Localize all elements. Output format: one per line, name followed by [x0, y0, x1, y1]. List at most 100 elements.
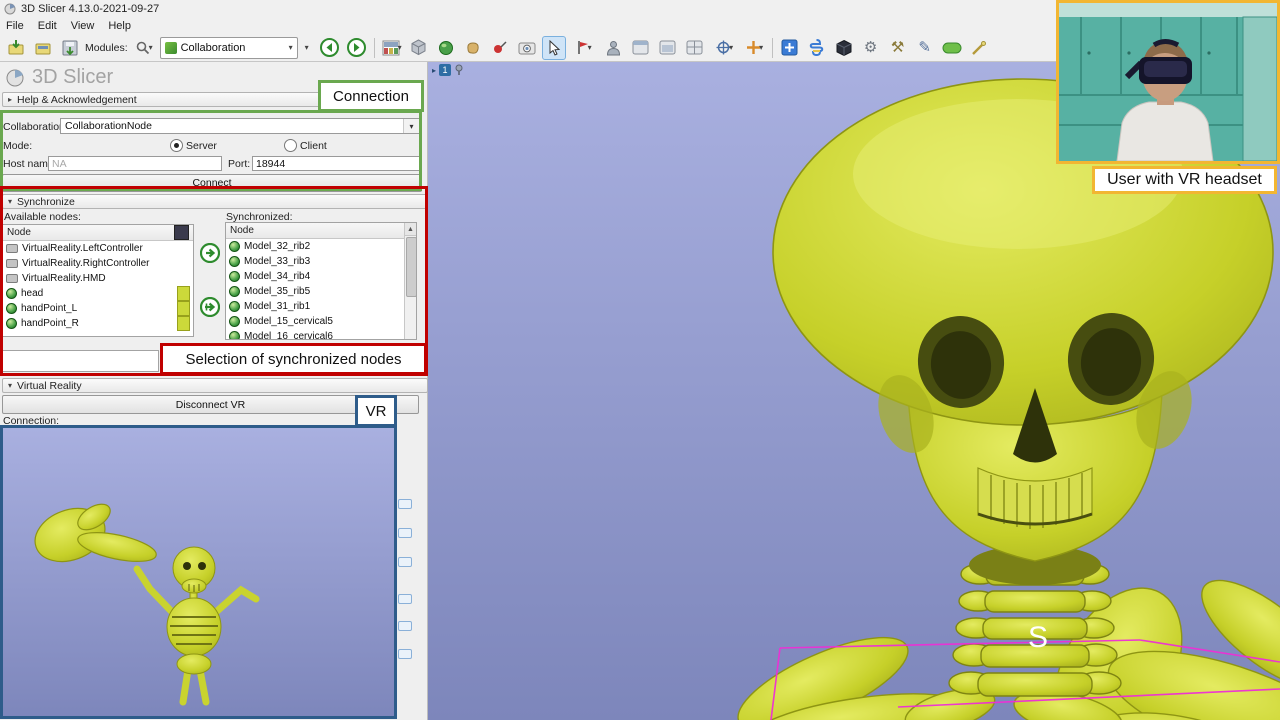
server-radio-label: Server — [186, 140, 217, 152]
gear-icon[interactable]: ⚙ — [859, 36, 883, 60]
tools-icon[interactable]: ⚒ — [886, 36, 910, 60]
camera-glyph — [518, 40, 536, 56]
available-node-row[interactable]: VirtualReality.LeftController — [3, 241, 193, 256]
door-panel — [1243, 17, 1277, 161]
back-arrow-icon — [320, 38, 339, 57]
vr-slider-handle[interactable] — [398, 649, 412, 659]
person-icon[interactable] — [602, 36, 626, 60]
view-collapse-icon[interactable]: ▸ — [432, 66, 436, 75]
add-data-icon[interactable] — [4, 36, 28, 60]
synchronized-nodes-list[interactable]: Node Model_32_rib2 Model_33_rib3 Model_3… — [225, 222, 417, 340]
python-console-icon[interactable] — [805, 36, 829, 60]
layout-selector-button[interactable]: ▾ — [380, 36, 404, 60]
sync-add-all-button[interactable] — [200, 297, 220, 317]
vr-slider-handle[interactable] — [398, 594, 412, 604]
vr-slider-handle[interactable] — [398, 621, 412, 631]
screenshot-icon[interactable] — [515, 36, 539, 60]
place-fiducial-button[interactable]: ▾ — [569, 36, 599, 60]
models-module-icon[interactable] — [434, 36, 458, 60]
available-node-row[interactable]: handPoint_R — [3, 316, 193, 331]
virtual-reality-section-header[interactable]: ▾ Virtual Reality — [2, 378, 428, 393]
synchronized-node-row[interactable]: Model_31_rib1 — [226, 299, 416, 314]
pencil-edit-icon[interactable]: ✎ — [913, 36, 937, 60]
help-section-header[interactable]: ▸ Help & Acknowledgement — [2, 92, 419, 107]
synchronized-node-row[interactable]: Model_34_rib4 — [226, 269, 416, 284]
client-radio[interactable] — [284, 139, 297, 152]
save-icon[interactable] — [58, 36, 82, 60]
available-node-row[interactable]: VirtualReality.HMD — [3, 271, 193, 286]
shirt — [1117, 102, 1213, 161]
collaboration-node-combo[interactable]: CollaborationNode ▾ — [60, 118, 420, 134]
collapse-arrow-icon: ▸ — [8, 95, 12, 104]
color-swatch[interactable] — [177, 316, 190, 331]
color-swatch[interactable] — [177, 286, 190, 301]
node-name: Model_34_rib4 — [244, 271, 310, 282]
modules-forward-button[interactable] — [345, 36, 369, 60]
menu-edit[interactable]: Edit — [38, 20, 57, 32]
port-label: Port: — [228, 158, 250, 170]
extensions-icon[interactable] — [778, 36, 802, 60]
model-node-icon — [229, 301, 240, 312]
module-selector-combo[interactable]: Collaboration ▾ — [160, 37, 298, 59]
chevron-down-icon: ▾ — [729, 43, 733, 52]
synchronized-node-row[interactable]: Model_16_cervical6 — [226, 329, 416, 340]
color-swatch[interactable] — [177, 301, 190, 316]
port-input[interactable] — [252, 156, 420, 171]
menu-view[interactable]: View — [71, 20, 95, 32]
view-window-icon-2[interactable] — [656, 36, 680, 60]
menu-help[interactable]: Help — [108, 20, 131, 32]
available-nodes-list[interactable]: Node VirtualReality.LeftController Virtu… — [2, 224, 194, 337]
view-window-icon-1[interactable] — [629, 36, 653, 60]
capsule-glyph — [942, 42, 962, 54]
vr-preview-render — [0, 427, 397, 718]
client-radio-label: Client — [300, 140, 327, 152]
module-search-icon[interactable]: ▾ — [131, 36, 157, 60]
connect-button[interactable]: Connect — [2, 174, 422, 192]
sync-add-button[interactable] — [200, 243, 220, 263]
crosshair-button[interactable]: ▾ — [710, 36, 740, 60]
view-window-icon-3[interactable] — [683, 36, 707, 60]
scrollbar-thumb[interactable] — [406, 237, 417, 297]
node-name: Model_35_rib5 — [244, 286, 310, 297]
host-name-input[interactable] — [48, 156, 222, 171]
synchronized-node-row[interactable]: Model_32_rib2 — [226, 239, 416, 254]
synchronized-node-row[interactable]: Model_33_rib3 — [226, 254, 416, 269]
list-options-button[interactable] — [174, 225, 189, 240]
forward-arrow-icon — [347, 38, 366, 57]
synchronized-node-row[interactable]: Model_15_cervical5 — [226, 314, 416, 329]
vr-slider-handle[interactable] — [398, 557, 412, 567]
volume-module-icon[interactable] — [407, 36, 431, 60]
extra-tool-icon[interactable] — [967, 36, 991, 60]
synchronize-section-header[interactable]: ▾ Synchronize — [2, 194, 428, 209]
markups-module-icon[interactable] — [488, 36, 512, 60]
available-node-row[interactable]: head — [3, 286, 193, 301]
modules-back-button[interactable] — [318, 36, 342, 60]
capsule-icon[interactable] — [940, 36, 964, 60]
synchronized-filter-box[interactable] — [225, 350, 417, 372]
vr-slider-handle[interactable] — [398, 528, 412, 538]
segmentation-module-icon[interactable] — [461, 36, 485, 60]
server-radio[interactable] — [170, 139, 183, 152]
available-node-row[interactable]: VirtualReality.RightController — [3, 256, 193, 271]
model-node-icon — [6, 288, 17, 299]
scroll-up-icon[interactable]: ▲ — [405, 223, 416, 236]
synchronize-section-label: Synchronize — [17, 196, 75, 208]
disconnect-vr-button[interactable]: Disconnect VR — [2, 395, 419, 414]
model-node-icon — [229, 241, 240, 252]
synchronized-node-row[interactable]: Model_35_rib5 — [226, 284, 416, 299]
dark-cube-glyph — [835, 39, 853, 57]
webcam-image — [1059, 3, 1277, 161]
add-point-button[interactable]: ▾ — [743, 36, 767, 60]
module-history-button[interactable]: ▾ — [301, 36, 315, 60]
available-filter-box[interactable] — [2, 350, 159, 372]
available-node-row[interactable]: handPoint_L — [3, 301, 193, 316]
cube-3d-dark-icon[interactable] — [832, 36, 856, 60]
mouse-interaction-button[interactable] — [542, 36, 566, 60]
pin-icon[interactable] — [454, 64, 464, 76]
add-dicom-icon[interactable] — [31, 36, 55, 60]
model-node-icon — [229, 331, 240, 340]
vr-slider-handle[interactable] — [398, 499, 412, 509]
controller-node-icon — [6, 274, 18, 283]
list-scrollbar[interactable]: ▲ — [404, 223, 416, 340]
menu-file[interactable]: File — [6, 20, 24, 32]
